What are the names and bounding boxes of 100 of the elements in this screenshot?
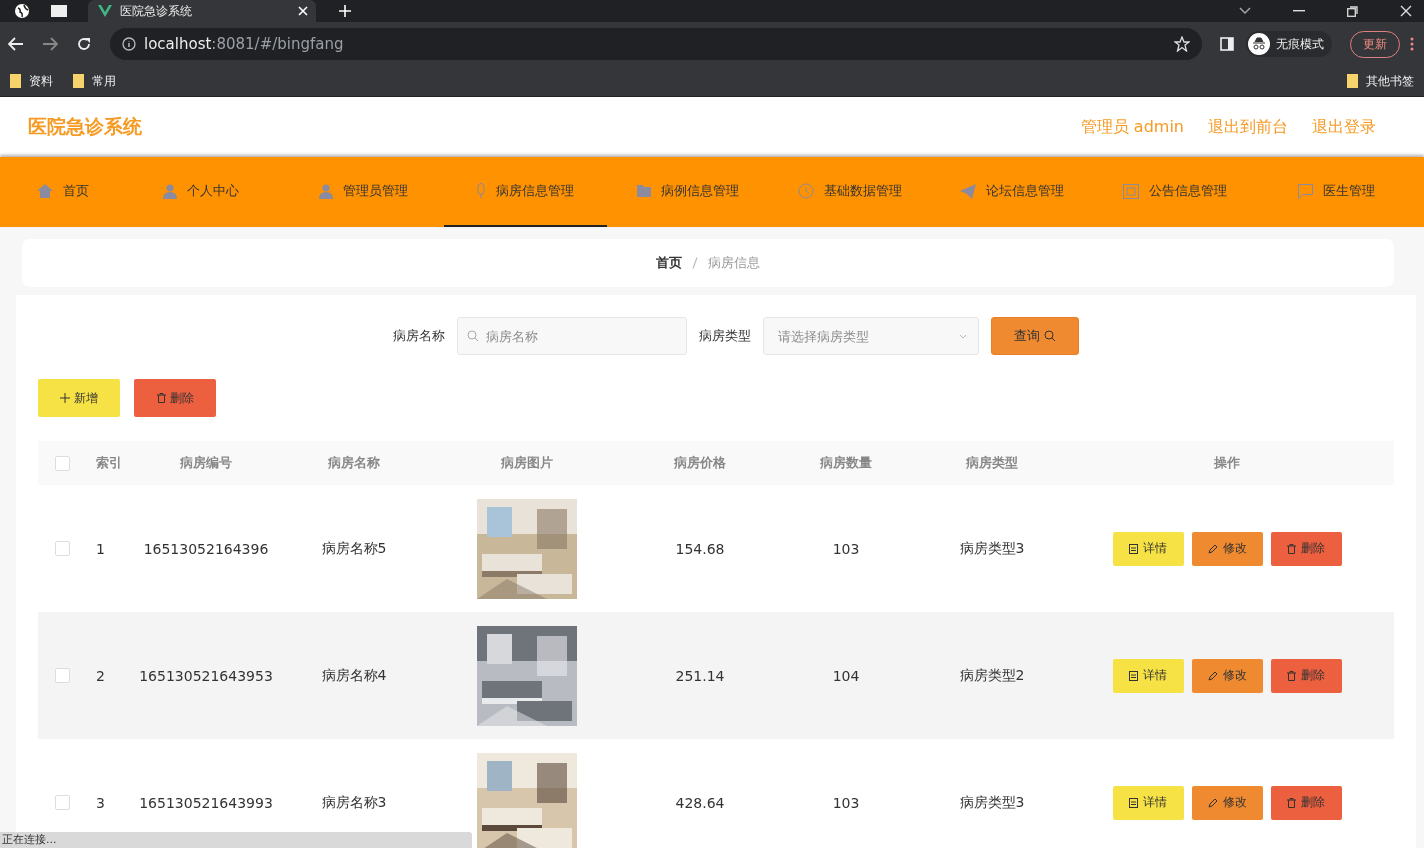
nav-item[interactable]: 医生管理 bbox=[1255, 157, 1418, 227]
table-cell-text: 16513052164396 bbox=[142, 540, 270, 557]
document-icon bbox=[1129, 797, 1138, 808]
column-header: 病房图片 bbox=[500, 454, 554, 472]
table-cell-text: 165130521643993 bbox=[138, 794, 274, 811]
info-icon bbox=[122, 37, 136, 51]
minimize-icon[interactable] bbox=[1293, 10, 1305, 12]
home-icon bbox=[36, 184, 53, 198]
table-cell-text: 病房名称4 bbox=[320, 666, 388, 685]
table-cell-text: 病房类型3 bbox=[958, 793, 1026, 812]
forward-icon[interactable] bbox=[42, 37, 58, 51]
column-header: 索引 bbox=[95, 454, 123, 472]
reload-icon[interactable] bbox=[76, 36, 92, 52]
nav-item[interactable]: 公告信息管理 bbox=[1093, 157, 1256, 227]
bookmark[interactable]: 常用 bbox=[73, 72, 116, 90]
user-icon bbox=[318, 183, 333, 199]
pencil-icon bbox=[1207, 543, 1218, 554]
delete-button[interactable]: 删除 bbox=[1270, 658, 1342, 693]
detail-button[interactable]: 详情 bbox=[1112, 531, 1184, 566]
checkbox[interactable] bbox=[54, 795, 70, 810]
delete-button[interactable]: 删除 bbox=[1270, 531, 1342, 566]
more-icon[interactable] bbox=[1410, 37, 1414, 51]
column-header: 病房价格 bbox=[673, 454, 727, 472]
document-icon bbox=[1129, 670, 1138, 681]
url-text: localhost:8081/#/bingfang bbox=[144, 35, 344, 53]
nav-item[interactable]: 管理员管理 bbox=[281, 157, 445, 227]
side-panel-icon[interactable] bbox=[1220, 37, 1234, 51]
nav-item[interactable]: 病房信息管理 bbox=[444, 157, 607, 227]
delete-button[interactable]: 删除 bbox=[134, 379, 216, 417]
status-text: 正在连接... bbox=[0, 832, 472, 848]
send-icon bbox=[960, 183, 977, 199]
microphone-icon bbox=[476, 183, 487, 199]
nav-item[interactable]: 首页 bbox=[6, 157, 120, 227]
breadcrumb-item[interactable]: 首页 bbox=[656, 254, 682, 272]
v-logo-icon bbox=[98, 5, 112, 17]
select-field[interactable]: 请选择病房类型 bbox=[763, 317, 979, 355]
checkbox[interactable] bbox=[54, 455, 70, 471]
table-cell-text: 病房名称3 bbox=[320, 793, 388, 812]
globe-icon[interactable] bbox=[14, 3, 30, 19]
back-icon[interactable] bbox=[8, 37, 24, 51]
bookmark[interactable]: 其他书签 bbox=[1347, 72, 1414, 90]
separator-icon bbox=[692, 257, 698, 269]
column-header: 病房类型 bbox=[965, 454, 1019, 472]
field-label: 病房名称 bbox=[393, 327, 445, 345]
window-icon[interactable] bbox=[50, 4, 68, 18]
search-field[interactable]: 病房名称 bbox=[457, 317, 687, 355]
add-button[interactable]: 新增 bbox=[38, 379, 120, 417]
address-bar[interactable]: localhost:8081/#/bingfang bbox=[110, 28, 1202, 60]
edit-button[interactable]: 修改 bbox=[1191, 531, 1263, 566]
delete-button[interactable]: 删除 bbox=[1270, 785, 1342, 820]
chevron-down-icon bbox=[959, 334, 967, 339]
restore-icon[interactable] bbox=[1347, 5, 1358, 17]
nav-item[interactable]: 病例信息管理 bbox=[606, 157, 769, 227]
detail-button[interactable]: 详情 bbox=[1112, 658, 1184, 693]
column-header: 病房编号 bbox=[179, 454, 233, 472]
new-tab-icon[interactable] bbox=[338, 4, 352, 18]
field-label: 病房类型 bbox=[699, 327, 751, 345]
folder-icon bbox=[1347, 74, 1358, 88]
trash-icon bbox=[1287, 543, 1296, 554]
edit-button[interactable]: 修改 bbox=[1191, 658, 1263, 693]
user-icon bbox=[162, 183, 177, 199]
column-header: 病房数量 bbox=[819, 454, 873, 472]
detail-button[interactable]: 详情 bbox=[1112, 785, 1184, 820]
nav-item[interactable]: 论坛信息管理 bbox=[931, 157, 1094, 227]
close-icon[interactable] bbox=[1400, 5, 1412, 17]
search-button[interactable]: 查询 bbox=[991, 317, 1079, 355]
nav-item[interactable]: 个人中心 bbox=[119, 157, 282, 227]
table-cell-text: 3 bbox=[95, 794, 106, 811]
trash-icon bbox=[1287, 670, 1296, 681]
chevron-down-icon[interactable] bbox=[1239, 7, 1251, 15]
incognito-chip[interactable]: 无痕模式 bbox=[1246, 31, 1332, 57]
folder-icon bbox=[10, 74, 21, 88]
board-icon bbox=[1122, 183, 1139, 199]
folder-icon bbox=[636, 185, 651, 197]
table-cell-text: 103 bbox=[831, 794, 861, 811]
edit-button[interactable]: 修改 bbox=[1191, 785, 1263, 820]
checkbox[interactable] bbox=[54, 541, 70, 556]
checkbox[interactable] bbox=[54, 668, 70, 683]
folder-icon bbox=[73, 74, 84, 88]
nav-item[interactable]: 基础数据管理 bbox=[768, 157, 932, 227]
table-cell-text: 病房名称5 bbox=[320, 539, 388, 558]
chat-icon bbox=[1298, 183, 1314, 199]
tab-title: 医院急诊系统 bbox=[120, 2, 193, 20]
table-cell-text: 165130521643953 bbox=[138, 667, 274, 684]
table-cell-text: 428.64 bbox=[674, 794, 726, 811]
search-icon bbox=[1044, 330, 1056, 342]
pencil-icon bbox=[1207, 797, 1218, 808]
table-cell-text: 104 bbox=[831, 667, 861, 684]
trash-icon bbox=[1287, 797, 1296, 808]
search-icon bbox=[467, 330, 479, 342]
table-cell-text: 1 bbox=[95, 540, 106, 557]
bookmark[interactable]: 资料 bbox=[10, 72, 53, 90]
table-cell-text: 病房类型2 bbox=[958, 666, 1026, 685]
browser-tab[interactable]: 医院急诊系统 bbox=[88, 0, 316, 22]
star-icon[interactable] bbox=[1174, 36, 1190, 52]
plus-icon bbox=[60, 393, 70, 403]
column-header: 病房名称 bbox=[327, 454, 381, 472]
breadcrumb-item: 病房信息 bbox=[708, 254, 760, 272]
table-cell-text: 病房类型3 bbox=[958, 539, 1026, 558]
document-icon bbox=[1129, 543, 1138, 554]
